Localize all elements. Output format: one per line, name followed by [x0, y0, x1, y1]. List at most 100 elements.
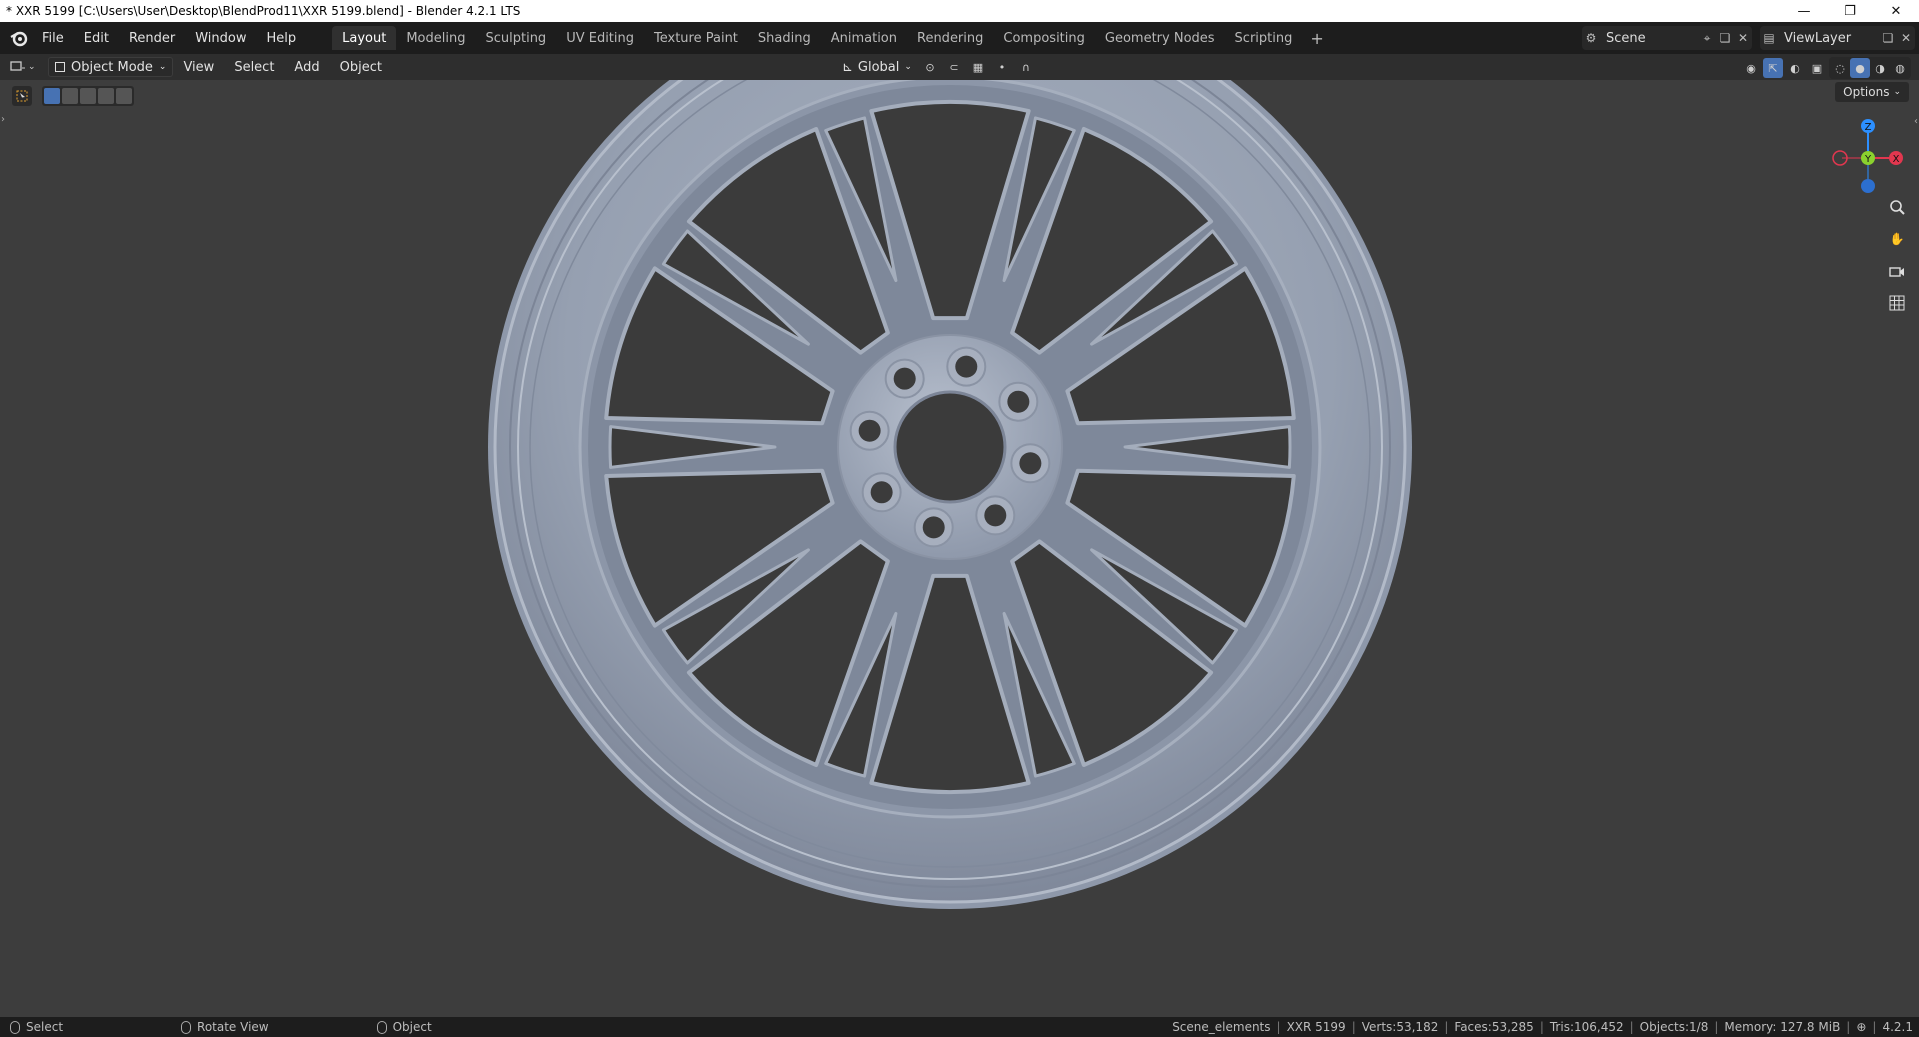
pin-icon[interactable]: ⌖: [1698, 29, 1716, 47]
menu-window[interactable]: Window: [185, 26, 256, 50]
menu-select[interactable]: Select: [224, 60, 284, 75]
select-tool-icon[interactable]: [12, 86, 32, 106]
select-subtract-icon[interactable]: [80, 88, 96, 104]
proportional-editing-icon[interactable]: •: [992, 57, 1012, 77]
new-scene-icon[interactable]: ❏: [1716, 29, 1734, 47]
pan-hand-icon[interactable]: ✋: [1884, 226, 1910, 252]
new-view-layer-icon[interactable]: ❏: [1879, 29, 1897, 47]
navigation-gizmo[interactable]: Z Y X: [1820, 110, 1916, 206]
gizmo-y-label: Y: [1864, 154, 1872, 165]
scene-name[interactable]: Scene: [1606, 31, 1646, 46]
tab-animation[interactable]: Animation: [821, 26, 907, 50]
hint-rotate-label: Rotate View: [197, 1020, 269, 1034]
snap-icon[interactable]: ⊂: [944, 57, 964, 77]
select-intersect-icon[interactable]: [116, 88, 132, 104]
scene-statistics: Scene_elements | XXR 5199 | Verts:53,182 | …: [1172, 1020, 1913, 1034]
status-hints: Select Rotate View Object: [0, 1020, 432, 1034]
network-icon: ⊕: [1856, 1020, 1867, 1034]
tab-geometry-nodes[interactable]: Geometry Nodes: [1095, 26, 1225, 50]
close-button[interactable]: ✕: [1873, 0, 1919, 22]
gizmo-neg-z-axis: [1861, 179, 1875, 193]
add-workspace-button[interactable]: +: [1302, 29, 1331, 48]
editor-type-icon[interactable]: ⌄: [10, 57, 42, 77]
menu-render[interactable]: Render: [119, 26, 185, 50]
blender-logo-icon[interactable]: [6, 25, 32, 51]
hint-object-label: Object: [392, 1020, 432, 1034]
top-menu-bar: File Edit Render Window Help Layout Mode…: [0, 22, 1919, 54]
tab-scripting[interactable]: Scripting: [1225, 26, 1303, 50]
scene-selector[interactable]: ⚙ Scene ⌖ ❏ ✕: [1582, 26, 1752, 50]
rendered-shading-icon[interactable]: ◍: [1890, 58, 1910, 78]
wheel-model[interactable]: [0, 80, 1919, 1017]
menu-help[interactable]: Help: [257, 26, 307, 50]
viewport-display-tools: ◉ ⇱ ◐ ▣ ◌ ● ◑ ◍: [1741, 57, 1911, 79]
tab-modeling[interactable]: Modeling: [396, 26, 475, 50]
gizmo-x-label: X: [1893, 154, 1900, 165]
orientation-dropdown[interactable]: ⊾ Global ⌄: [838, 57, 916, 77]
falloff-icon[interactable]: ∩: [1016, 57, 1036, 77]
tab-rendering[interactable]: Rendering: [907, 26, 993, 50]
xray-icon[interactable]: ▣: [1807, 58, 1827, 78]
stat-object: XXR 5199: [1286, 1020, 1346, 1034]
hint-select-label: Select: [26, 1020, 64, 1034]
camera-icon[interactable]: [1884, 258, 1910, 284]
tab-texture-paint[interactable]: Texture Paint: [644, 26, 748, 50]
menu-file[interactable]: File: [32, 26, 74, 50]
wireframe-shading-icon[interactable]: ◌: [1830, 58, 1850, 78]
view-layer-name[interactable]: ViewLayer: [1784, 31, 1851, 46]
pivot-point-icon[interactable]: ⊙: [920, 57, 940, 77]
overlay-icon[interactable]: ◐: [1785, 58, 1805, 78]
viewport-header: ⌄ Object Mode ⌄ View Select Add Object ⊾…: [0, 54, 1919, 80]
restore-button[interactable]: ❐: [1827, 0, 1873, 22]
view-layer-selector[interactable]: ▤ ViewLayer ❏ ✕: [1760, 26, 1915, 50]
gizmo-toggle-icon[interactable]: ⇱: [1763, 58, 1783, 78]
options-label: Options: [1843, 85, 1890, 99]
options-dropdown[interactable]: Options ⌄: [1835, 82, 1909, 102]
menu-add[interactable]: Add: [284, 60, 329, 75]
visibility-icon[interactable]: ◉: [1741, 58, 1761, 78]
3d-viewport[interactable]: Options ⌄ › ‹ Z Y X ✋: [0, 80, 1919, 1017]
delete-view-layer-icon[interactable]: ✕: [1897, 29, 1915, 47]
minimize-button[interactable]: —: [1781, 0, 1827, 22]
stat-verts: Verts:53,182: [1361, 1020, 1439, 1034]
toolbar-expand-icon[interactable]: ›: [1, 114, 5, 125]
hint-rotate: Rotate View: [181, 1020, 269, 1034]
lug-hole: [893, 367, 916, 390]
menu-view[interactable]: View: [173, 60, 224, 75]
tab-uv-editing[interactable]: UV Editing: [556, 26, 644, 50]
hint-select: Select: [10, 1020, 63, 1034]
tab-compositing[interactable]: Compositing: [993, 26, 1095, 50]
tab-layout[interactable]: Layout: [332, 26, 397, 50]
select-extend-icon[interactable]: [62, 88, 78, 104]
workspace-tabs: Layout Modeling Sculpting UV Editing Tex…: [332, 26, 1332, 50]
lug-hole: [870, 481, 893, 504]
chevron-down-icon: ⌄: [1893, 87, 1901, 97]
mouse-right-icon: [376, 1020, 387, 1034]
stat-faces: Faces:53,285: [1454, 1020, 1534, 1034]
chevron-down-icon: ⌄: [904, 62, 912, 72]
grid-icon[interactable]: [1884, 290, 1910, 316]
stat-version: 4.2.1: [1882, 1020, 1913, 1034]
stat-memory: Memory: 127.8 MiB: [1724, 1020, 1841, 1034]
lug-hole: [1007, 390, 1030, 413]
lug-hole: [858, 419, 881, 442]
material-shading-icon[interactable]: ◑: [1870, 58, 1890, 78]
mode-dropdown[interactable]: Object Mode ⌄: [48, 57, 174, 77]
tab-sculpting[interactable]: Sculpting: [475, 26, 556, 50]
view-layer-icon: ▤: [1763, 31, 1775, 45]
mode-label: Object Mode: [71, 59, 153, 75]
chevron-down-icon: ⌄: [158, 62, 167, 72]
delete-scene-icon[interactable]: ✕: [1734, 29, 1752, 47]
solid-shading-icon[interactable]: ●: [1850, 58, 1870, 78]
hint-object: Object: [376, 1020, 432, 1034]
transform-tools: ⊾ Global ⌄ ⊙ ⊂ ▦ • ∩: [838, 57, 1036, 77]
tab-shading[interactable]: Shading: [748, 26, 821, 50]
menu-edit[interactable]: Edit: [74, 26, 119, 50]
selection-modes: [42, 86, 134, 106]
snap-target-icon[interactable]: ▦: [968, 57, 988, 77]
select-invert-icon[interactable]: [98, 88, 114, 104]
select-new-icon[interactable]: [44, 88, 60, 104]
lug-hole: [922, 516, 945, 539]
zoom-icon[interactable]: [1884, 194, 1910, 220]
menu-object[interactable]: Object: [330, 60, 392, 75]
